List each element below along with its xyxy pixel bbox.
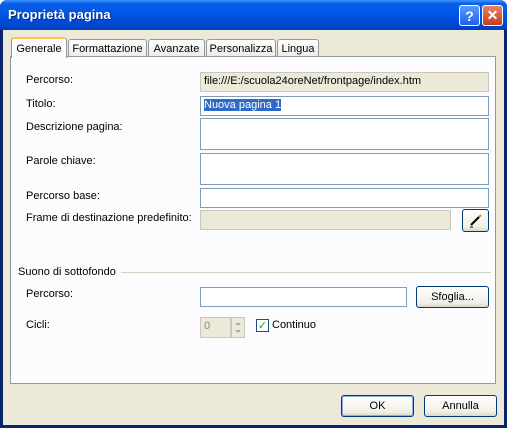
- description-field[interactable]: [200, 118, 489, 150]
- default-frame-label: Frame di destinazione predefinito:: [26, 212, 192, 224]
- tab-panel-generale: Percorso: file:///E:/scuola24oreNet/fron…: [10, 56, 496, 384]
- cancel-button[interactable]: Annulla: [424, 395, 497, 417]
- title-field-selection: Nuova pagina 1: [204, 99, 282, 111]
- keywords-label: Parole chiave:: [26, 155, 96, 167]
- description-label: Descrizione pagina:: [26, 121, 123, 133]
- default-frame-field: [200, 210, 451, 230]
- tab-generale[interactable]: Generale: [11, 37, 67, 58]
- sound-path-label: Percorso:: [26, 288, 74, 300]
- tab-lingua[interactable]: Lingua: [277, 39, 319, 57]
- tab-formattazione[interactable]: Formattazione: [68, 39, 147, 57]
- title-field[interactable]: Nuova pagina 1: [200, 96, 489, 116]
- base-path-field[interactable]: [200, 188, 489, 208]
- loops-field: 0: [200, 317, 231, 338]
- continuous-checkbox[interactable]: ✓: [256, 319, 269, 332]
- base-path-label: Percorso base:: [26, 190, 100, 202]
- ok-button[interactable]: OK: [341, 395, 414, 417]
- tab-personalizza[interactable]: Personalizza: [206, 39, 276, 57]
- sound-path-field[interactable]: [200, 287, 407, 307]
- pencil-icon: [469, 213, 482, 227]
- section-divider: [121, 272, 491, 273]
- path-label: Percorso:: [26, 74, 74, 86]
- path-field: file:///E:/scuola24oreNet/frontpage/inde…: [200, 72, 489, 92]
- help-button[interactable]: ?: [459, 5, 480, 26]
- browse-button[interactable]: Sfoglia...: [416, 286, 489, 308]
- dialog-client-area: Generale Formattazione Avanzate Personal…: [3, 30, 504, 425]
- dialog-window: Proprietà pagina ? ✕ Generale Formattazi…: [0, 0, 507, 428]
- keywords-field[interactable]: [200, 153, 489, 185]
- title-bar: Proprietà pagina ? ✕: [0, 0, 507, 30]
- spinner-arrows-icon: [235, 322, 241, 333]
- dialog-title: Proprietà pagina: [8, 7, 111, 22]
- loops-spinner: [231, 317, 245, 338]
- background-sound-label: Suono di sottofondo: [18, 266, 116, 278]
- change-frame-button[interactable]: [462, 209, 489, 232]
- title-label: Titolo:: [26, 98, 56, 110]
- tab-avanzate[interactable]: Avanzate: [148, 39, 205, 57]
- continuous-label: Continuo: [272, 319, 317, 331]
- close-button[interactable]: ✕: [482, 5, 503, 26]
- loops-label: Cicli:: [26, 319, 50, 331]
